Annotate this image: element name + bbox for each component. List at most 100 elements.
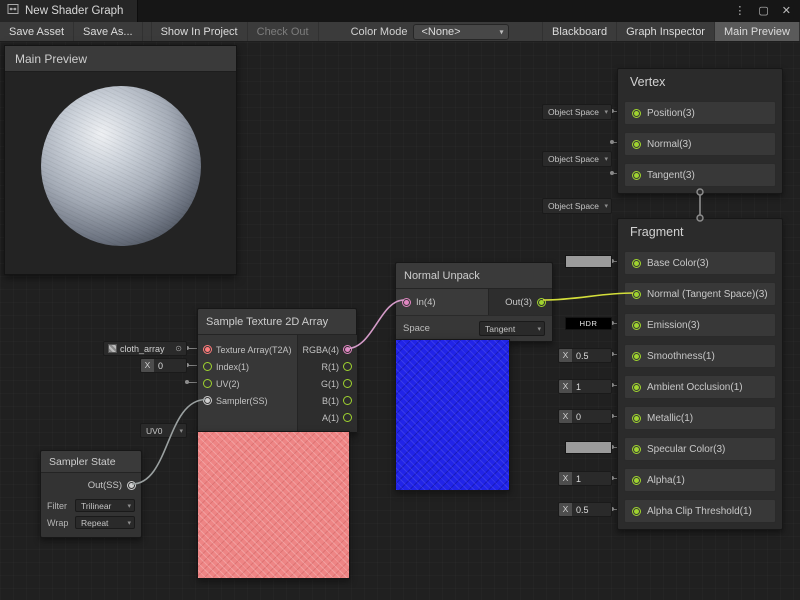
tangent-space-dropdown[interactable]: Object Space — [542, 198, 612, 214]
graph-canvas[interactable]: Main Preview Vertex Position(3) Normal(3… — [0, 42, 800, 600]
normal-space-dropdown[interactable]: Object Space — [542, 151, 612, 167]
fragment-row-smoothness[interactable]: Smoothness(1) — [624, 344, 776, 368]
node-sample-texture-2d-array[interactable]: Sample Texture 2D Array Texture Array(T2… — [197, 308, 357, 433]
maximize-icon[interactable]: ▢ — [758, 0, 768, 22]
input-row[interactable]: Texture Array(T2A) — [198, 341, 297, 358]
port-label: Tangent(3) — [647, 170, 695, 181]
fragment-row-specular-color[interactable]: Specular Color(3) — [624, 437, 776, 461]
emission-color-swatch[interactable]: HDR — [565, 317, 612, 330]
object-picker-icon[interactable]: ⊙ — [175, 344, 182, 353]
ambient-occlusion-port[interactable] — [632, 383, 641, 392]
base-color-port[interactable] — [632, 259, 641, 268]
output-row[interactable]: A(1) — [298, 409, 358, 426]
normal-tangent-port[interactable] — [632, 290, 641, 299]
metallic-field[interactable]: X 0 — [558, 409, 612, 424]
output-row[interactable]: RGBA(4) — [298, 341, 358, 358]
blackboard-toggle[interactable]: Blackboard — [542, 22, 616, 41]
output-row[interactable]: R(1) — [298, 358, 358, 375]
main-preview-title[interactable]: Main Preview — [5, 46, 236, 72]
graph-inspector-toggle[interactable]: Graph Inspector — [616, 22, 714, 41]
node-fragment[interactable]: Fragment Base Color(3) Normal (Tangent S… — [617, 218, 783, 530]
space-label: Space — [403, 323, 430, 334]
wrap-label: Wrap — [47, 518, 68, 528]
metallic-port[interactable] — [632, 414, 641, 423]
window-tab[interactable]: New Shader Graph — [0, 0, 138, 22]
main-preview-toggle[interactable]: Main Preview — [714, 22, 800, 41]
color-mode-value: <None> — [421, 26, 460, 38]
specular-color-port[interactable] — [632, 445, 641, 454]
space-dropdown[interactable]: Tangent — [479, 321, 545, 336]
out-port[interactable] — [537, 298, 546, 307]
ambient-occlusion-field[interactable]: X 1 — [558, 379, 612, 394]
in-port[interactable] — [402, 298, 411, 307]
out-ss-port[interactable] — [127, 481, 136, 490]
fragment-row-emission[interactable]: Emission(3) — [624, 313, 776, 337]
shader-graph-window: New Shader Graph ⋮ ▢ ✕ Save Asset Save A… — [0, 0, 800, 600]
sampler-port[interactable] — [203, 396, 212, 405]
node-outputs: RGBA(4) R(1) G(1) B(1) — [297, 335, 358, 432]
save-as-button[interactable]: Save As... — [74, 22, 143, 41]
axis-label: X — [141, 359, 154, 372]
rgba-port[interactable] — [343, 345, 352, 354]
texture-icon — [108, 344, 117, 353]
index-port[interactable] — [203, 362, 212, 371]
input-row[interactable]: Sampler(SS) — [198, 392, 297, 409]
save-asset-button[interactable]: Save Asset — [0, 22, 74, 41]
alpha-clip-threshold-port[interactable] — [632, 507, 641, 516]
fragment-row-normal[interactable]: Normal (Tangent Space)(3) — [624, 282, 776, 306]
r-port[interactable] — [343, 362, 352, 371]
input-row[interactable]: Index(1) — [198, 358, 297, 375]
main-preview-panel[interactable]: Main Preview — [4, 45, 237, 275]
position-port[interactable] — [632, 109, 641, 118]
port-label: Normal (Tangent Space)(3) — [647, 289, 768, 300]
kebab-menu-icon[interactable]: ⋮ — [734, 0, 745, 22]
output-row[interactable]: Out(SS) — [41, 473, 141, 497]
vertex-row-normal[interactable]: Normal(3) — [624, 132, 776, 156]
filter-dropdown[interactable]: Trilinear — [75, 499, 135, 512]
field-value: 0.5 — [572, 505, 589, 515]
fragment-row-alpha-clip-threshold[interactable]: Alpha Clip Threshold(1) — [624, 499, 776, 523]
edge-sampler-to-sampler[interactable] — [132, 400, 206, 485]
texture-array-field[interactable]: cloth_array ⊙ — [103, 341, 187, 356]
emission-port[interactable] — [632, 321, 641, 330]
uv-port[interactable] — [203, 379, 212, 388]
fragment-row-metallic[interactable]: Metallic(1) — [624, 406, 776, 430]
output-row[interactable]: G(1) — [298, 375, 358, 392]
fragment-row-alpha[interactable]: Alpha(1) — [624, 468, 776, 492]
color-mode-dropdown[interactable]: <None> — [413, 24, 509, 40]
port-label: RGBA(4) — [303, 345, 340, 355]
smoothness-field[interactable]: X 0.5 — [558, 348, 612, 363]
normal-port[interactable] — [632, 140, 641, 149]
b-port[interactable] — [343, 396, 352, 405]
specular-color-swatch[interactable] — [565, 441, 612, 454]
uv-channel-dropdown[interactable]: UV0 — [140, 423, 187, 438]
alpha-clip-threshold-field[interactable]: X 0.5 — [558, 502, 612, 517]
wrap-dropdown[interactable]: Repeat — [75, 516, 135, 529]
alpha-field[interactable]: X 1 — [558, 471, 612, 486]
show-in-project-button[interactable]: Show In Project — [151, 22, 248, 41]
close-icon[interactable]: ✕ — [782, 0, 791, 22]
texture-array-port[interactable] — [203, 345, 212, 354]
smoothness-port[interactable] — [632, 352, 641, 361]
node-vertex[interactable]: Vertex Position(3) Normal(3) Tangent(3) — [617, 68, 783, 194]
fragment-row-base-color[interactable]: Base Color(3) — [624, 251, 776, 275]
output-row[interactable]: B(1) — [298, 392, 358, 409]
vertex-row-position[interactable]: Position(3) — [624, 101, 776, 125]
index-field[interactable]: X 0 — [140, 358, 187, 373]
output-row[interactable]: Out(3) — [488, 289, 552, 315]
position-space-dropdown[interactable]: Object Space — [542, 104, 612, 120]
base-color-swatch[interactable] — [565, 255, 612, 268]
alpha-port[interactable] — [632, 476, 641, 485]
fragment-row-ambient-occlusion[interactable]: Ambient Occlusion(1) — [624, 375, 776, 399]
input-row[interactable]: UV(2) — [198, 375, 297, 392]
axis-label: X — [559, 503, 572, 516]
node-normal-unpack[interactable]: Normal Unpack In(4) Out(3) Space Tangent — [395, 262, 553, 342]
node-sampler-state[interactable]: Sampler State Out(SS) Filter Trilinear W… — [40, 450, 142, 538]
g-port[interactable] — [343, 379, 352, 388]
wrap-value: Repeat — [81, 518, 108, 528]
field-value: 0.5 — [572, 351, 589, 361]
vertex-row-tangent[interactable]: Tangent(3) — [624, 163, 776, 187]
tangent-port[interactable] — [632, 171, 641, 180]
input-row[interactable]: In(4) — [396, 289, 488, 315]
a-port[interactable] — [343, 413, 352, 422]
